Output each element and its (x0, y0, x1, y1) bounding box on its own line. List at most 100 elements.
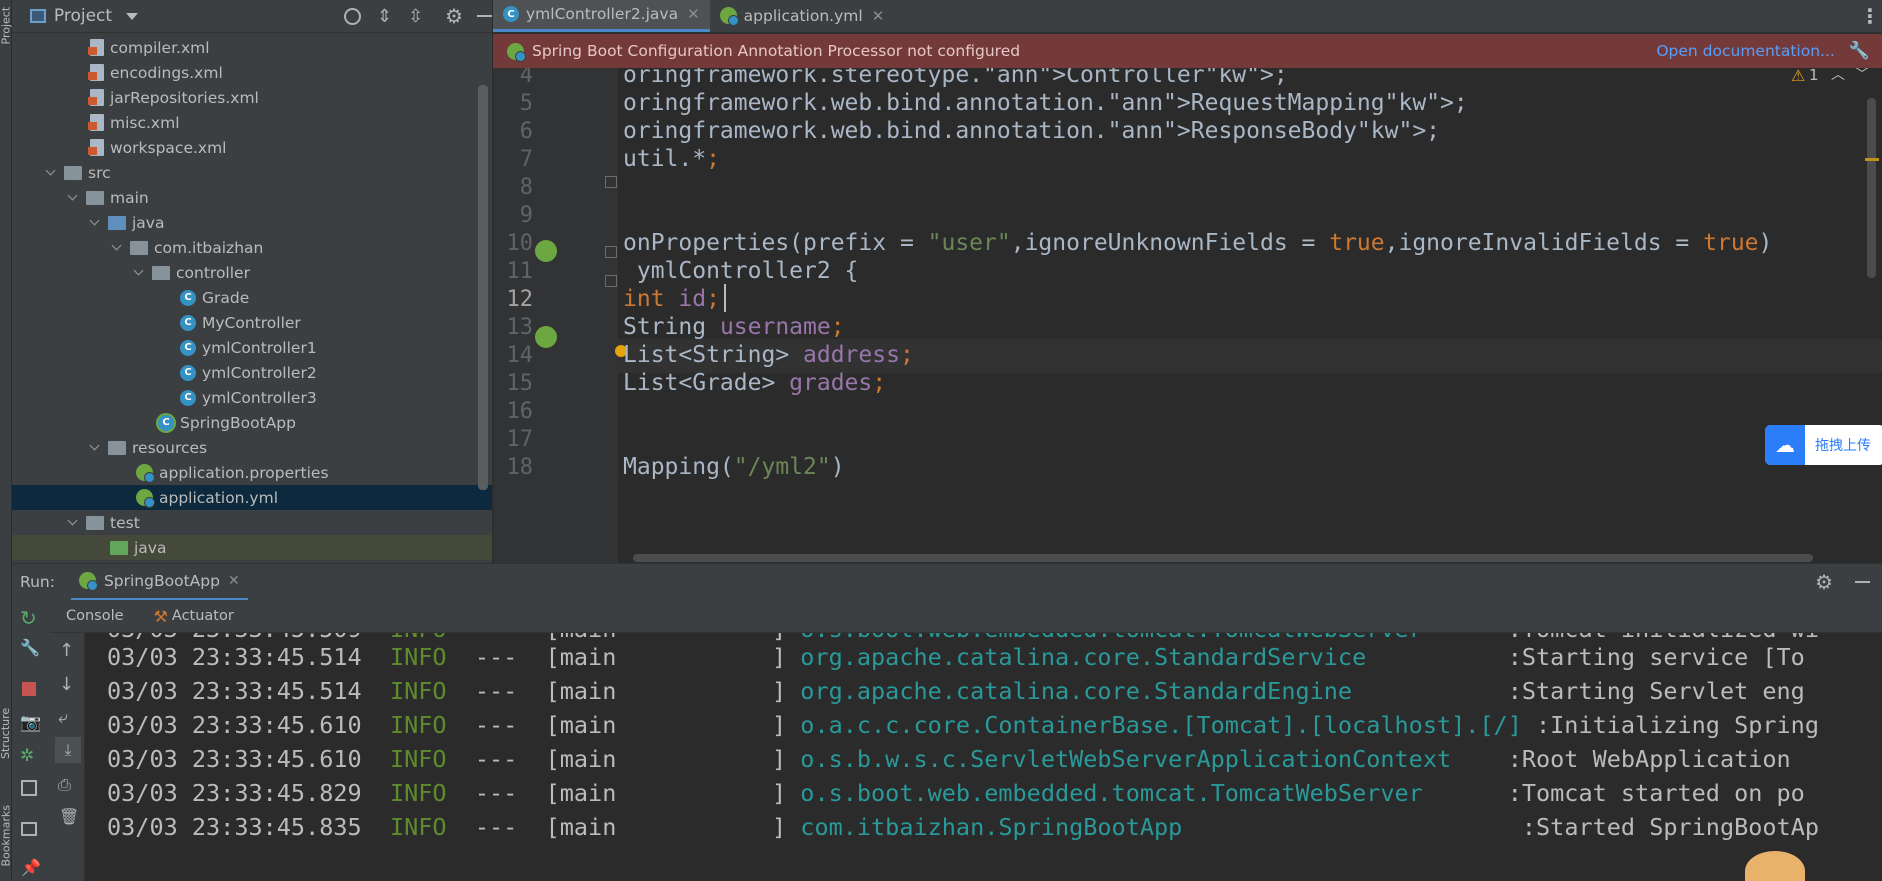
bookmarks-tool-label[interactable]: Bookmarks (0, 805, 13, 866)
project-tree: compiler.xml encodings.xml jarRepositori… (12, 33, 492, 563)
tree-item-com-itbaizhan[interactable]: com.itbaizhan (12, 235, 492, 260)
open-documentation-link[interactable]: Open documentation... (1656, 42, 1835, 60)
tree-item-misc-xml[interactable]: misc.xml (12, 110, 492, 135)
project-tree-scrollbar[interactable] (478, 85, 488, 490)
close-icon[interactable]: ✕ (687, 5, 700, 23)
soft-wrap-icon[interactable]: ⤶ (58, 708, 68, 728)
close-icon[interactable]: ✕ (228, 573, 240, 589)
exit-icon[interactable] (21, 780, 37, 796)
fold-icon[interactable] (605, 246, 617, 258)
gear-icon[interactable]: ⚙ (1815, 570, 1833, 594)
tree-item-test[interactable]: test (12, 510, 492, 535)
tab-ymlcontroller2-java[interactable]: C ymlController2.java ✕ (493, 0, 710, 32)
tree-item-application-properties[interactable]: application.properties (12, 460, 492, 485)
more-options-icon[interactable]: ⋮ (1858, 0, 1882, 32)
tree-item-ymlcontroller2[interactable]: CymlController2 (12, 360, 492, 385)
tab-console[interactable]: Console (66, 608, 124, 624)
tree-item-resources[interactable]: resources (12, 435, 492, 460)
tree-item-springbootapp[interactable]: C SpringBootApp (12, 410, 492, 435)
line-number: 4 (519, 68, 533, 88)
pin-icon[interactable]: 📌 (21, 858, 41, 877)
tree-item-workspace-xml[interactable]: workspace.xml (12, 135, 492, 160)
print-icon[interactable]: ⎙ (58, 775, 71, 795)
chevron-down-icon[interactable] (66, 516, 80, 530)
tree-item-main[interactable]: main (12, 185, 492, 210)
hide-panel-icon[interactable] (1855, 581, 1870, 583)
code-editor[interactable]: 4 5 6 7 8 9 10 11 12 13 14 15 16 17 18 o… (493, 68, 1882, 563)
spring-bean-gutter-icon[interactable] (535, 240, 557, 262)
structure-tool-label[interactable]: Structure (0, 704, 12, 759)
camera-icon[interactable]: 📷 (20, 713, 41, 733)
spring-boot-class-icon: C (158, 414, 174, 431)
tree-item-grade[interactable]: C Grade (12, 285, 492, 310)
chevron-up-icon[interactable]: ︿ (1831, 68, 1845, 84)
console-output[interactable]: 03/03 23:33:45.509 INFO --- [main ] o.s.… (85, 633, 1882, 881)
wrench-icon[interactable]: 🔧 (20, 638, 40, 657)
run-left-toolbar: ↻ 🔧 📷 ✲ 📌 (12, 600, 50, 881)
rerun-icon[interactable]: ↻ (20, 606, 37, 630)
tree-item-application-yml[interactable]: application.yml (12, 485, 492, 510)
xml-file-icon (88, 64, 104, 81)
warning-count[interactable]: 1 (1809, 68, 1819, 84)
scroll-to-end-icon[interactable]: ⤓ (55, 737, 81, 763)
tree-item-test-java[interactable]: java (12, 535, 492, 560)
run-label: Run: (20, 573, 55, 591)
arrow-up-icon[interactable]: ↑ (59, 640, 74, 661)
chevron-down-icon[interactable] (126, 12, 139, 20)
tree-item-ymlcontroller1[interactable]: CymlController1 (12, 335, 492, 360)
editor-horizontal-scrollbar[interactable] (633, 554, 1813, 562)
debug-icon[interactable]: ✲ (20, 746, 34, 766)
project-view-icon (30, 9, 46, 23)
layout-icon[interactable] (21, 822, 37, 836)
fold-icon[interactable] (605, 176, 617, 188)
tree-item-controller[interactable]: controller (12, 260, 492, 285)
tree-item-jarrepositories-xml[interactable]: jarRepositories.xml (12, 85, 492, 110)
trash-icon[interactable]: 🗑 (59, 807, 79, 826)
warning-stripe-mark[interactable] (1865, 158, 1879, 161)
chevron-down-icon[interactable] (132, 266, 146, 280)
chevron-down-icon[interactable] (44, 166, 58, 180)
collapse-all-icon[interactable]: ⇳ (408, 6, 423, 27)
line-number: 9 (519, 203, 533, 228)
tree-item-ymlcontroller3[interactable]: CymlController3 (12, 385, 492, 410)
line-number: 17 (506, 427, 534, 452)
expand-all-icon[interactable]: ⇕ (377, 6, 392, 27)
locate-file-icon[interactable] (344, 7, 361, 25)
wrench-icon[interactable]: 🔧 (1849, 41, 1870, 61)
log-line: 03/03 23:33:45.610 INFO --- [main ] o.s.… (107, 745, 1791, 773)
upload-floating-widget[interactable]: ☁ 拖拽上传 (1765, 425, 1882, 465)
tab-application-yml[interactable]: application.yml ✕ (710, 0, 895, 32)
upload-widget-label: 拖拽上传 (1815, 438, 1871, 454)
tree-item-src[interactable]: src (12, 160, 492, 185)
project-panel-title[interactable]: Project (54, 6, 112, 26)
gear-icon[interactable]: ⚙ (445, 4, 463, 28)
chevron-down-icon[interactable] (88, 216, 102, 230)
spring-bean-gutter-icon[interactable] (535, 326, 557, 348)
editor-vertical-scrollbar[interactable] (1867, 98, 1876, 278)
close-icon[interactable]: ✕ (872, 7, 885, 25)
stop-icon[interactable] (22, 682, 36, 696)
chevron-down-icon[interactable] (88, 441, 102, 455)
tree-item-encodings-xml[interactable]: encodings.xml (12, 60, 492, 85)
chevron-down-icon[interactable] (66, 191, 80, 205)
tree-item-compiler-xml[interactable]: compiler.xml (12, 35, 492, 60)
source-folder-icon (108, 215, 126, 230)
tree-item-mycontroller[interactable]: C MyController (12, 310, 492, 335)
fold-icon[interactable] (605, 275, 617, 287)
warning-icon[interactable]: ⚠ (1791, 68, 1805, 85)
tab-actuator[interactable]: Actuator (172, 608, 234, 624)
chevron-down-icon[interactable]: ﹀ (1855, 68, 1869, 84)
project-panel-header: Project ⇕ ⇳ ⚙ (12, 0, 492, 33)
line-number: 18 (506, 455, 534, 480)
arrow-down-icon[interactable]: ↓ (59, 674, 74, 695)
code-line: oringframework.stereotype."ann">Controll… (623, 68, 1288, 88)
line-number: 13 (506, 315, 534, 340)
spring-config-icon (719, 7, 739, 26)
chevron-down-icon[interactable] (110, 241, 124, 255)
cat-sticker-image (1745, 851, 1805, 881)
xml-file-icon (88, 139, 104, 156)
run-config-tab[interactable]: SpringBootApp ✕ (70, 564, 248, 601)
tree-item-java[interactable]: java (12, 210, 492, 235)
hide-panel-icon[interactable] (477, 15, 492, 17)
project-tool-label[interactable]: Project (0, 5, 13, 45)
